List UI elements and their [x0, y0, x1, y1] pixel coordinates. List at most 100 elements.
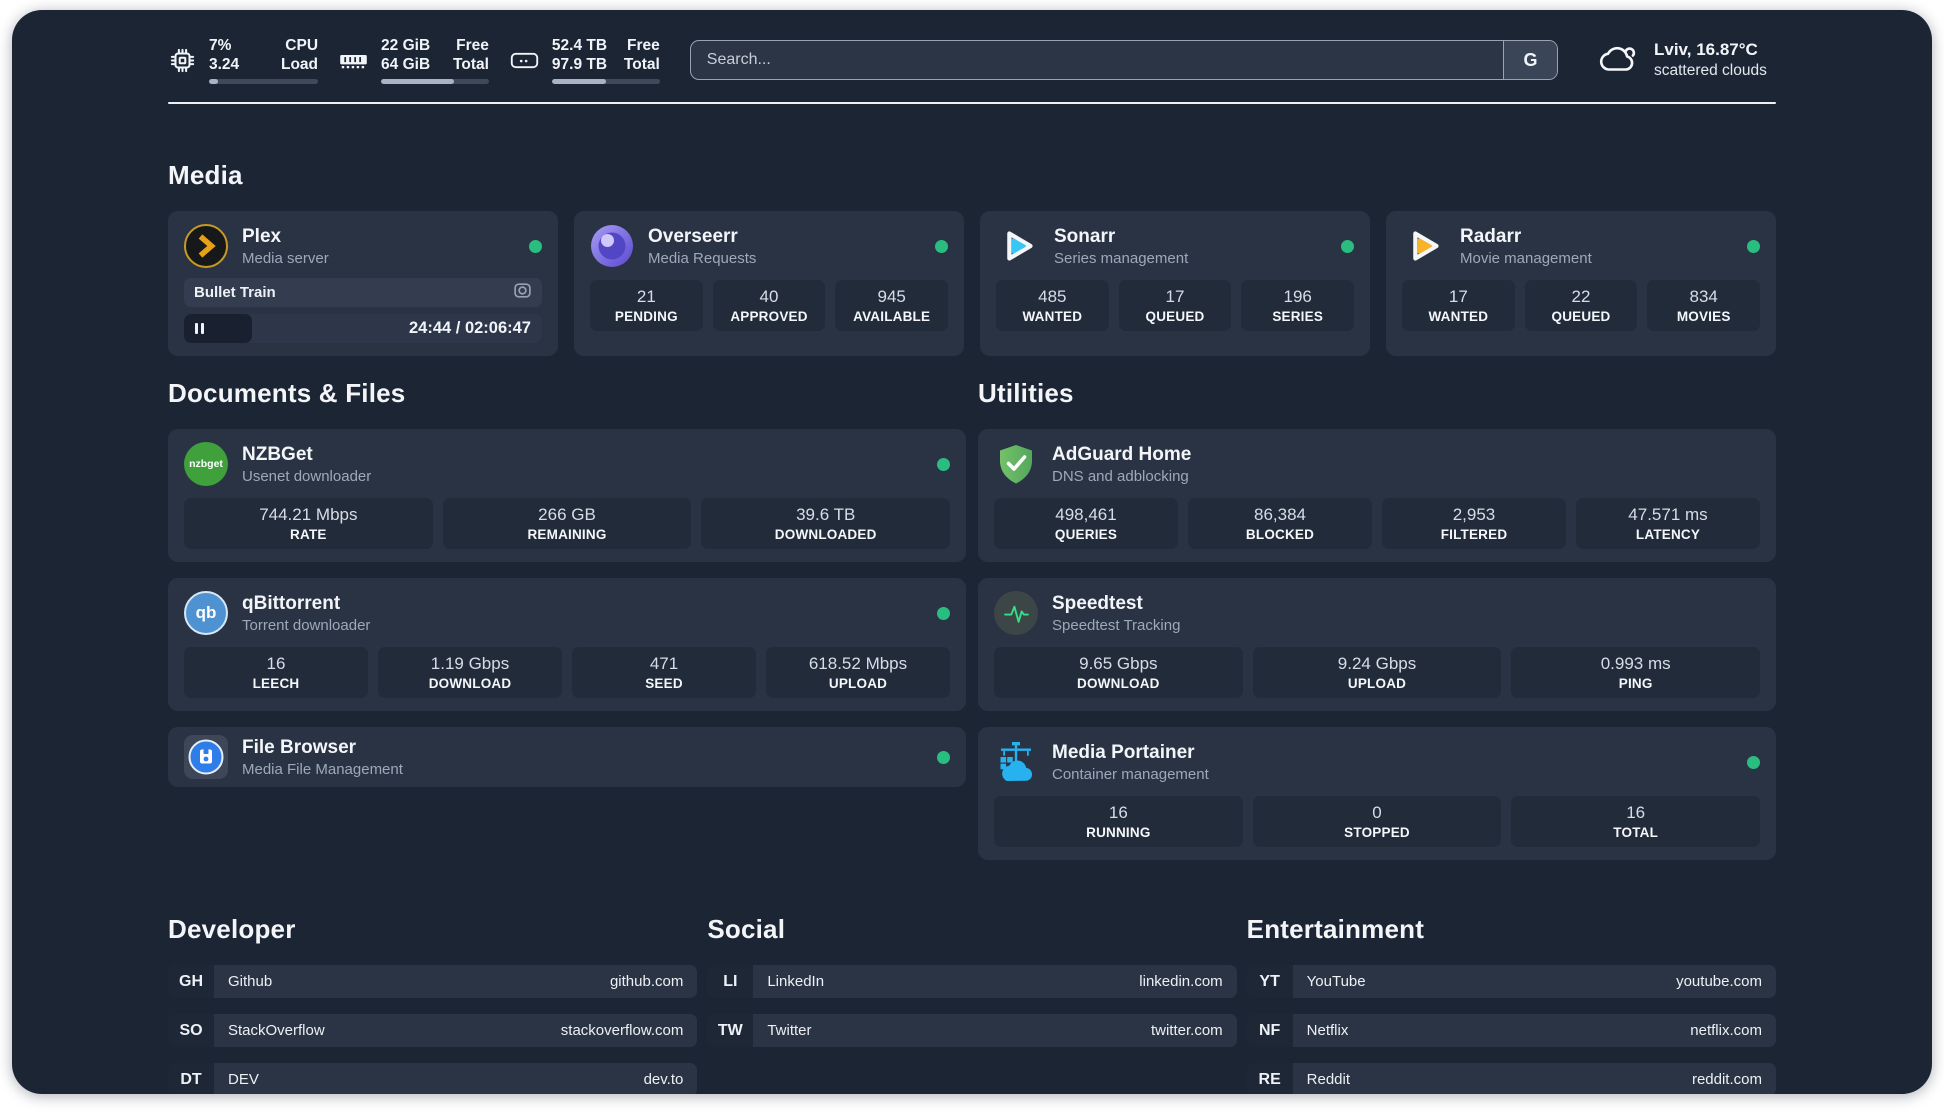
app-desc: Container management	[1052, 765, 1209, 783]
app-name: qBittorrent	[242, 592, 341, 614]
stat-label: APPROVED	[730, 309, 808, 324]
storage-free-value: 52.4 TB	[551, 37, 608, 54]
app-card-adguard[interactable]: AdGuard Home DNS and adblocking 498,461 Q…	[978, 429, 1776, 562]
stat-tiles: 485 WANTED 17 QUEUED 196 SERIES	[996, 280, 1355, 331]
stat-tile: 0.993 ms PING	[1511, 647, 1761, 698]
memory-total-label: Total	[453, 56, 489, 73]
entertainment-bookmarks: YT YouTube youtube.com NF Netflix netflix.com…	[1246, 965, 1776, 1094]
utilities-section-title: Utilities	[978, 378, 1074, 408]
bookmark-row[interactable]: SO StackOverflow stackoverflow.com	[168, 1014, 698, 1047]
stat-tiles: 744.21 Mbps RATE 266 GB REMAINING 39.6 TB DOW…	[184, 498, 951, 549]
pause-icon[interactable]	[195, 323, 204, 334]
search-engine-button[interactable]: G	[1503, 41, 1557, 79]
app-card-portainer[interactable]: Media Portainer Container management 16 R…	[978, 727, 1776, 860]
memory-total-value: 64 GiB	[381, 56, 431, 73]
qbittorrent-icon-text: qb	[195, 603, 217, 622]
stat-tiles: 17 WANTED 22 QUEUED 834 MOVIES	[1402, 280, 1761, 331]
bookmark-row[interactable]: YT YouTube youtube.com	[1246, 965, 1776, 998]
app-name: NZBGet	[242, 443, 313, 465]
bookmark-name: YouTube	[1306, 973, 1366, 990]
bookmark-body: LinkedIn linkedin.com	[753, 965, 1237, 998]
bookmark-row[interactable]: NF Netflix netflix.com	[1246, 1014, 1776, 1047]
bookmark-abbr: TW	[707, 1014, 754, 1047]
weather-widget: Lviv, 16.87°C scattered clouds	[1596, 40, 1776, 81]
entertainment-section-title: Entertainment	[1246, 914, 1425, 944]
stat-value: 22	[1571, 287, 1591, 306]
app-desc: Usenet downloader	[242, 467, 372, 485]
app-meta: File Browser Media File Management	[242, 737, 923, 778]
storage-total-label: Total	[623, 56, 660, 73]
storage-progress-bar	[551, 79, 660, 84]
app-card-nzbget[interactable]: nzbget NZBGet Usenet downloader 744.21 M…	[168, 429, 966, 562]
documents-section-title: Documents & Files	[168, 378, 406, 408]
stat-label: LEECH	[252, 676, 300, 691]
stat-tile: 22 QUEUED	[1524, 280, 1638, 331]
bookmark-url: stackoverflow.com	[560, 1022, 684, 1039]
app-card-overseerr[interactable]: Overseerr Media Requests 21 PENDING 40 APPR…	[574, 211, 964, 356]
bookmark-row[interactable]: LI LinkedIn linkedin.com	[707, 965, 1237, 998]
app-meta: Sonarr Series management	[1054, 226, 1327, 267]
stat-tile: 9.24 Gbps UPLOAD	[1252, 647, 1502, 698]
stat-value: 9.65 Gbps	[1079, 654, 1158, 673]
dashboard-panel: 7% CPU 3.24 Load 22 GiB Free 64 GiB Tota…	[12, 10, 1932, 1094]
app-meta: qBittorrent Torrent downloader	[242, 593, 923, 634]
stat-tile: 21 PENDING	[590, 280, 703, 331]
stat-tile: 47.571 ms LATENCY	[1576, 498, 1760, 549]
stat-value: 16	[1108, 803, 1128, 822]
bookmark-name: Twitter	[767, 1022, 812, 1039]
sonarr-icon	[996, 224, 1040, 268]
header-divider	[168, 102, 1776, 104]
stat-label: DOWNLOAD	[1077, 676, 1160, 691]
app-name: Speedtest	[1052, 592, 1143, 614]
bookmark-row[interactable]: GH Github github.com	[168, 965, 698, 998]
cpu-stat: 7% CPU 3.24 Load	[168, 36, 319, 84]
app-meta: Radarr Movie management	[1460, 226, 1733, 267]
app-card-radarr[interactable]: Radarr Movie management 17 WANTED 22 QUEUED…	[1386, 211, 1776, 356]
stat-label: MOVIES	[1676, 309, 1731, 324]
bookmark-url: dev.to	[643, 1071, 684, 1088]
stat-label: WANTED	[1428, 309, 1489, 324]
stat-label: UPLOAD	[828, 676, 888, 691]
bookmark-name: Github	[228, 973, 273, 990]
stat-label: QUEUED	[1551, 309, 1611, 324]
section-social: Social LI LinkedIn linkedin.com TW Twitter tw…	[707, 914, 1237, 1047]
stat-tile: 40 APPROVED	[712, 280, 826, 331]
app-meta: NZBGet Usenet downloader	[242, 444, 923, 485]
bookmark-row[interactable]: RE Reddit reddit.com	[1246, 1063, 1776, 1094]
app-desc: Speedtest Tracking	[1052, 616, 1181, 634]
bookmark-body: Github github.com	[214, 965, 698, 998]
stat-value: 1.19 Gbps	[430, 654, 510, 673]
cpu-progress-bar	[209, 79, 319, 84]
app-card-sonarr[interactable]: Sonarr Series management 485 WANTED 17 QUEU…	[980, 211, 1370, 356]
memory-free-label: Free	[456, 37, 489, 54]
app-card-qbittorrent[interactable]: qb qBittorrent Torrent downloader 16 LEEC…	[168, 578, 966, 711]
app-card-filebrowser[interactable]: File Browser Media File Management	[168, 727, 966, 787]
stat-tile: 618.52 Mbps UPLOAD	[766, 647, 950, 698]
bookmark-abbr: NF	[1246, 1014, 1293, 1047]
status-dot	[937, 457, 950, 471]
stat-value: 47.571 ms	[1628, 505, 1708, 524]
bookmark-body: Netflix netflix.com	[1292, 1014, 1776, 1047]
stat-value: 0	[1372, 803, 1382, 822]
system-stats: 7% CPU 3.24 Load 22 GiB Free 64 GiB Tota…	[168, 36, 660, 84]
stat-tile: 498,461 QUERIES	[994, 498, 1178, 549]
search-input[interactable]	[690, 41, 1503, 79]
stat-value: 196	[1283, 287, 1312, 306]
section-utilities: Utilities AdGuard Home DNS and adblockin…	[978, 378, 1776, 860]
section-entertainment: Entertainment YT YouTube youtube.com NF Netf…	[1246, 914, 1776, 1094]
developer-section-title: Developer	[168, 914, 296, 944]
app-card-plex[interactable]: Plex Media server Bullet Train 24:44 / 0…	[168, 211, 558, 356]
nzbget-icon-text: nzbget	[189, 458, 223, 470]
stat-tiles: 498,461 QUERIES 86,384 BLOCKED 2,953 FILTERED…	[994, 498, 1760, 549]
bookmark-row[interactable]: DT DEV dev.to	[168, 1063, 698, 1094]
bookmark-row[interactable]: TW Twitter twitter.com	[707, 1014, 1237, 1047]
app-meta: Plex Media server	[242, 226, 515, 267]
stat-value: 618.52 Mbps	[808, 654, 908, 673]
app-meta: AdGuard Home DNS and adblocking	[1052, 444, 1760, 485]
stat-tile: 16 RUNNING	[994, 796, 1243, 847]
stat-label: PING	[1618, 676, 1653, 691]
app-card-speedtest[interactable]: Speedtest Speedtest Tracking 9.65 Gbps DO…	[978, 578, 1776, 711]
stat-tile: 744.21 Mbps RATE	[184, 498, 433, 549]
bookmark-abbr: LI	[707, 965, 754, 998]
top-bar: 7% CPU 3.24 Load 22 GiB Free 64 GiB Tota…	[168, 36, 1776, 84]
